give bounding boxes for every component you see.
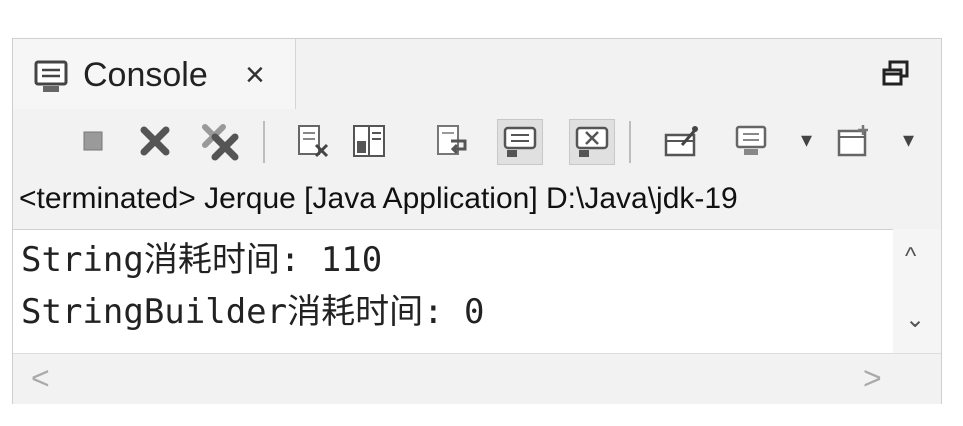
open-console-button[interactable] [831, 119, 875, 163]
process-status: <terminated> Jerque [Java Application] D… [19, 182, 738, 215]
scroll-right-icon[interactable]: > [863, 360, 882, 397]
scroll-lock-button[interactable] [347, 119, 391, 163]
toolbar-separator [629, 121, 631, 163]
scroll-up-icon[interactable]: ^ [905, 243, 916, 271]
scroll-left-icon[interactable]: < [31, 360, 50, 397]
clear-console-button[interactable] [291, 119, 335, 163]
remove-all-terminated-icon [202, 124, 239, 161]
word-wrap-icon [437, 125, 467, 155]
console-view: Console × ▾ ▾ <terminated> Jerque [Java … [12, 38, 942, 404]
output-line: String消耗时间: 110 [21, 240, 383, 280]
vertical-scrollbar[interactable]: ^ ⌄ [893, 229, 941, 353]
pin-console-icon [664, 126, 698, 157]
output-line: StringBuilder消耗时间: 0 [21, 292, 485, 332]
word-wrap-button[interactable] [431, 119, 475, 163]
console-output[interactable]: String消耗时间: 110 StringBuilder消耗时间: 0 [13, 229, 893, 354]
remove-all-terminated-button[interactable] [199, 119, 243, 163]
chevron-down-icon[interactable]: ▾ [903, 127, 914, 153]
terminate-icon [83, 131, 103, 151]
show-on-stdout-icon [503, 126, 537, 157]
horizontal-scrollbar[interactable]: < > [13, 353, 941, 404]
scroll-lock-icon [353, 125, 385, 157]
tab-console[interactable]: Console × [13, 39, 296, 109]
show-on-stdout-button[interactable] [497, 119, 543, 165]
console-icon [34, 60, 68, 92]
chevron-down-icon[interactable]: ▾ [801, 127, 812, 153]
clear-console-icon [298, 125, 329, 158]
toolbar-separator [263, 121, 265, 163]
pin-console-button[interactable] [659, 119, 703, 163]
console-toolbar: ▾ ▾ [13, 109, 941, 175]
remove-launch-button[interactable] [133, 119, 177, 163]
remove-launch-icon [140, 126, 170, 156]
display-selected-console-button[interactable] [729, 119, 773, 163]
terminate-button[interactable] [71, 119, 115, 163]
open-console-icon [837, 125, 868, 157]
show-on-stderr-icon [575, 126, 609, 157]
restore-icon[interactable] [881, 59, 911, 89]
view-tab-bar: Console × [13, 39, 941, 109]
show-on-stderr-button[interactable] [569, 119, 615, 165]
scroll-down-icon[interactable]: ⌄ [905, 305, 925, 334]
display-selected-console-icon [735, 125, 767, 155]
tab-console-label: Console [83, 56, 208, 94]
close-icon[interactable]: × [245, 57, 265, 93]
